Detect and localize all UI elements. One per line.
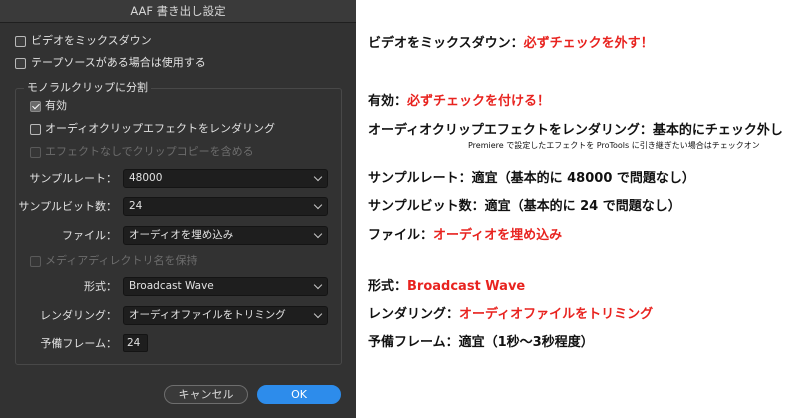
note-rendering-label: レンダリング： (368, 307, 460, 322)
enable-checkbox[interactable] (30, 101, 41, 112)
chevron-down-icon (313, 172, 323, 182)
rendering-value: オーディオファイルをトリミング (129, 309, 286, 321)
mix-video-label: ビデオをミックスダウン (31, 34, 152, 47)
note-file-label: ファイル： (368, 228, 434, 243)
mono-clip-group-title: モノラルクリップに分割 (24, 81, 151, 95)
note-mix-video-value: 必ずチェックを外す！ (523, 36, 654, 51)
cancel-button[interactable]: キャンセル (164, 385, 248, 404)
tape-source-checkbox[interactable] (15, 58, 26, 69)
format-select[interactable]: Broadcast Wave (123, 277, 328, 296)
render-effects-checkbox[interactable] (30, 124, 41, 135)
note-enable-label: 有効： (368, 94, 408, 109)
note-render-effects: オーディオクリップエフェクトをレンダリング：基本的にチェック外し (368, 123, 783, 138)
rendering-label: レンダリング： (40, 309, 117, 322)
note-handles: 予備フレーム：適宜（1秒〜3秒程度） (368, 335, 594, 350)
handles-input[interactable]: 24 (123, 334, 148, 352)
sample-rate-value: 48000 (129, 172, 163, 184)
note-sample-rate: サンプルレート：適宜（基本的に 48000 で問題なし） (368, 171, 695, 186)
note-enable-value: 必ずチェックを付ける！ (407, 94, 551, 109)
bit-depth-value: 24 (129, 200, 143, 212)
note-file-value: オーディオを埋め込み (433, 228, 563, 243)
chevron-down-icon (313, 280, 323, 290)
note-format-label: 形式： (368, 279, 408, 294)
file-label: ファイル： (62, 229, 117, 242)
sample-rate-label: サンプルレート： (29, 172, 117, 185)
render-effects-label: オーディオクリップエフェクトをレンダリング (45, 122, 276, 135)
note-bit-depth: サンプルビット数：適宜（基本的に 24 で問題なし） (368, 199, 681, 214)
keep-dir-label: メディアディレクトリ名を保持 (45, 254, 198, 267)
bit-depth-select[interactable]: 24 (123, 197, 328, 216)
file-value: オーディオを埋め込み (129, 229, 234, 241)
copy-no-effect-checkbox (30, 147, 41, 158)
chevron-down-icon (313, 309, 323, 319)
ok-button[interactable]: OK (257, 385, 341, 404)
chevron-down-icon (313, 200, 323, 210)
handles-label: 予備フレーム： (40, 337, 117, 350)
format-label: 形式： (84, 280, 117, 293)
aaf-export-dialog: AAF 書き出し設定 ビデオをミックスダウン テープソースがある場合は使用する … (0, 0, 356, 418)
dialog-title: AAF 書き出し設定 (0, 0, 356, 23)
note-render-effects-sub: Premiere で設定したエフェクトを ProTools に引き継ぎたい場合は… (468, 141, 760, 150)
copy-no-effect-label: エフェクトなしでクリップコピーを含める (45, 145, 254, 158)
note-file: ファイル：オーディオを埋め込み (368, 227, 562, 244)
rendering-select[interactable]: オーディオファイルをトリミング (123, 306, 328, 325)
keep-dir-checkbox (30, 256, 41, 267)
note-mix-video-label: ビデオをミックスダウン： (368, 36, 524, 51)
note-format-value: Broadcast Wave (407, 279, 526, 294)
enable-label: 有効 (45, 99, 67, 112)
mix-video-checkbox[interactable] (15, 36, 26, 47)
note-mix-video: ビデオをミックスダウン：必ずチェックを外す！ (368, 35, 654, 52)
note-rendering-value: オーディオファイルをトリミング (459, 307, 654, 322)
bit-depth-label: サンプルビット数： (18, 200, 117, 213)
chevron-down-icon (313, 229, 323, 239)
note-format: 形式：Broadcast Wave (368, 278, 525, 295)
note-rendering: レンダリング：オーディオファイルをトリミング (368, 306, 653, 323)
sample-rate-select[interactable]: 48000 (123, 169, 328, 188)
format-value: Broadcast Wave (129, 280, 214, 292)
file-select[interactable]: オーディオを埋め込み (123, 226, 328, 245)
note-enable: 有効：必ずチェックを付ける！ (368, 93, 550, 110)
tape-source-label: テープソースがある場合は使用する (31, 56, 206, 69)
